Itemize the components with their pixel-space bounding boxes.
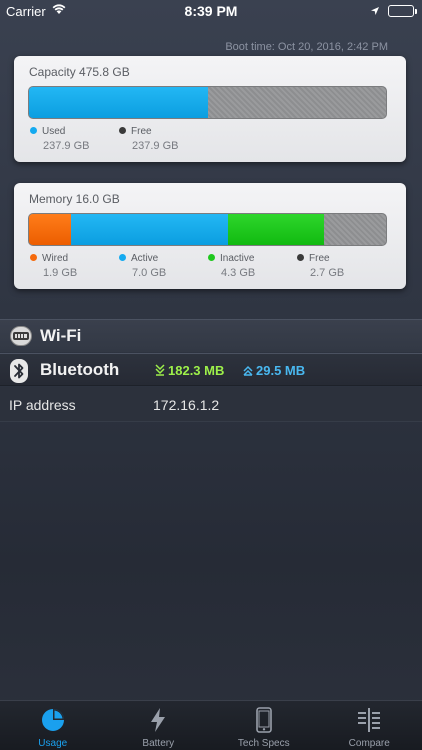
tab-tech-specs[interactable]: Tech Specs — [211, 701, 317, 750]
memory-bar — [28, 213, 387, 246]
tab-label: Compare — [348, 738, 390, 749]
inactive-dot-icon — [208, 254, 215, 261]
download-value: 182.3 MB — [168, 363, 225, 378]
legend-value: 1.9 GB — [43, 267, 78, 279]
capacity-title: Capacity 475.8 GB — [29, 65, 130, 79]
bluetooth-upload: 29.5 MB — [243, 363, 305, 378]
free-dot-icon — [297, 254, 304, 261]
memory-legend-inactive: Inactive 4.3 GB — [208, 253, 255, 279]
location-arrow-icon — [370, 4, 380, 19]
pie-chart-icon — [40, 707, 66, 736]
tab-label: Usage — [38, 738, 68, 749]
bluetooth-download: 182.3 MB — [155, 363, 224, 378]
active-dot-icon — [119, 254, 126, 261]
memory-card: Memory 16.0 GB Wired 1.9 GB Active 7.0 G… — [14, 183, 406, 289]
memory-legend-wired: Wired 1.9 GB — [30, 253, 77, 279]
status-bar: Carrier 8:39 PM — [0, 0, 422, 24]
free-dot-icon — [119, 127, 126, 134]
memory-active-segment — [71, 214, 228, 245]
tab-label: Tech Specs — [237, 738, 290, 749]
ip-address-row: IP address 172.16.1.2 — [0, 387, 422, 422]
memory-title: Memory 16.0 GB — [29, 192, 120, 206]
wifi-icon — [10, 326, 32, 351]
capacity-legend-used: Used 237.9 GB — [30, 126, 89, 152]
boot-time: Boot time: Oct 20, 2016, 2:42 PM — [225, 41, 388, 53]
legend-label: Wired — [42, 253, 69, 264]
lightning-icon — [148, 707, 168, 736]
legend-value: 7.0 GB — [132, 267, 167, 279]
download-arrow-icon — [155, 364, 165, 376]
capacity-card: Capacity 475.8 GB Used 237.9 GB Free 237… — [14, 56, 406, 162]
upload-arrow-icon — [243, 365, 253, 376]
capacity-bar — [28, 86, 387, 119]
ip-address-label: IP address — [9, 397, 76, 413]
phone-icon — [255, 707, 272, 736]
legend-value: 4.3 GB — [221, 267, 256, 279]
capacity-used-segment — [29, 87, 208, 118]
ip-address-value: 172.16.1.2 — [153, 397, 220, 413]
battery-icon — [388, 5, 417, 17]
memory-wired-segment — [29, 214, 72, 245]
compare-icon — [356, 707, 382, 736]
legend-label: Used — [42, 126, 66, 137]
tab-compare[interactable]: Compare — [317, 701, 422, 750]
status-time: 8:39 PM — [184, 3, 238, 19]
used-dot-icon — [30, 127, 37, 134]
bluetooth-title: Bluetooth — [40, 360, 120, 379]
legend-label: Free — [131, 126, 152, 137]
memory-legend-free: Free 2.7 GB — [297, 253, 344, 279]
wifi-section-header[interactable]: Wi-Fi — [0, 319, 422, 352]
memory-legend-active: Active 7.0 GB — [119, 253, 166, 279]
capacity-legend-free: Free 237.9 GB — [119, 126, 178, 152]
bluetooth-section-header[interactable]: Bluetooth 182.3 MB 29.5 MB — [0, 353, 422, 386]
legend-value: 2.7 GB — [310, 267, 345, 279]
legend-label: Active — [131, 253, 159, 264]
tab-battery[interactable]: Battery — [106, 701, 212, 750]
tab-label: Battery — [142, 738, 175, 749]
legend-label: Inactive — [220, 253, 255, 264]
legend-value: 237.9 GB — [132, 140, 179, 152]
wifi-title: Wi-Fi — [40, 326, 82, 345]
upload-value: 29.5 MB — [256, 363, 306, 378]
wired-dot-icon — [30, 254, 37, 261]
legend-label: Free — [309, 253, 330, 264]
tab-usage[interactable]: Usage — [0, 701, 106, 750]
legend-value: 237.9 GB — [43, 140, 90, 152]
memory-inactive-segment — [227, 214, 324, 245]
bluetooth-icon — [10, 359, 28, 388]
tab-bar: Usage Battery Tech Specs Compare — [0, 700, 422, 750]
